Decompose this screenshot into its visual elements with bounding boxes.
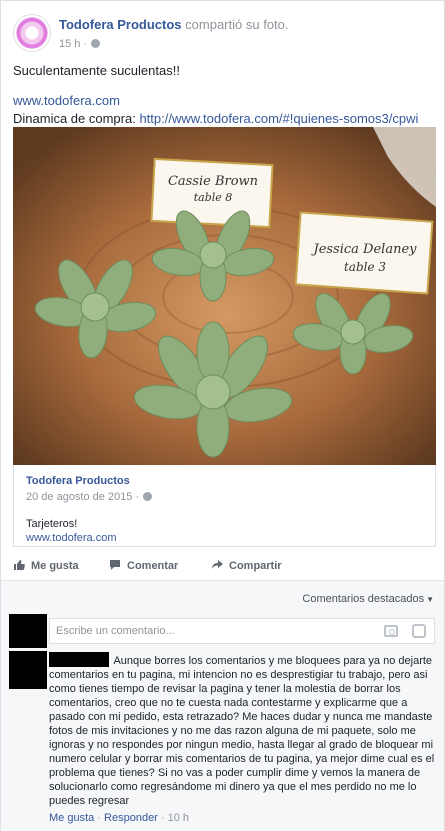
preview-link[interactable]: www.todofera.com	[26, 531, 423, 545]
link-preview[interactable]: Todofera Productos 20 de agosto de 2015 …	[13, 465, 436, 547]
card-name-1: Cassie Brown	[168, 174, 258, 189]
post-meta: 15 h ·	[59, 38, 101, 50]
viewer-avatar-redacted	[9, 614, 47, 648]
dinamica-label: Dinamica de compra:	[13, 111, 140, 126]
preview-date-text[interactable]: 20 de agosto de 2015	[26, 491, 132, 503]
card-table-1: table 8	[194, 191, 233, 204]
comment-text: Aunque borres los comentarios y me bloqu…	[49, 655, 435, 807]
comments-sort-dropdown[interactable]: Comentarios destacados ▼	[302, 593, 434, 605]
post-author-line: Todofera Productos compartió su foto.	[59, 17, 289, 32]
globe-icon	[91, 39, 101, 48]
comments-section: Comentarios destacados ▼ Escribe un comen…	[1, 581, 444, 831]
post-text: Suculentamente suculentas!! www.todofera…	[13, 62, 433, 128]
preview-source-name[interactable]: Todofera Productos	[26, 475, 423, 487]
thumbs-up-icon	[14, 560, 25, 570]
camera-icon[interactable]	[384, 625, 398, 637]
post-caption: Suculentamente suculentas!!	[13, 63, 180, 78]
share-label: Compartir	[229, 560, 282, 572]
succulents-photo: Cassie Brown table 8 Jessica Delaney tab…	[13, 127, 436, 465]
post-photo[interactable]: Cassie Brown table 8 Jessica Delaney tab…	[13, 127, 436, 465]
comment-like-link[interactable]: Me gusta	[49, 812, 94, 824]
preview-desc-text: Tarjeteros!	[26, 518, 78, 530]
comments-sort-label: Comentarios destacados	[302, 593, 425, 605]
like-button[interactable]: Me gusta	[13, 559, 79, 572]
comment-time[interactable]: 10 h	[168, 812, 189, 824]
comment-reply-link[interactable]: Responder	[104, 812, 158, 824]
commenter-name-redacted[interactable]	[49, 652, 109, 667]
website-link[interactable]: www.todofera.com	[13, 92, 433, 110]
share-arrow-icon	[212, 560, 223, 569]
dinamica-line: Dinamica de compra: http://www.todofera.…	[13, 110, 433, 128]
comment-body: Aunque borres los comentarios y me bloqu…	[49, 652, 437, 808]
sticker-icon[interactable]	[412, 624, 426, 638]
preview-date: 20 de agosto de 2015 ·	[26, 491, 423, 503]
author-action: compartió su foto.	[181, 17, 289, 32]
comment-footer: Me gusta · Responder · 10 h	[49, 812, 190, 824]
comment-button[interactable]: Comentar	[109, 559, 178, 572]
preview-description: Tarjeteros! www.todofera.com	[26, 517, 423, 545]
comment-composer[interactable]: Escribe un comentario...	[49, 618, 435, 644]
post-card: Todofera Productos compartió su foto. 15…	[0, 0, 445, 831]
place-card-cassie: Cassie Brown table 8	[150, 157, 274, 229]
like-label: Me gusta	[31, 560, 79, 572]
preview-globe-icon	[143, 492, 153, 501]
comment-input-placeholder[interactable]: Escribe un comentario...	[56, 625, 175, 637]
card-table-2: table 3	[344, 260, 386, 274]
caret-down-icon: ▼	[426, 595, 434, 604]
card-name-2: Jessica Delaney	[310, 242, 417, 257]
author-name-link[interactable]: Todofera Productos	[59, 17, 182, 32]
page-avatar[interactable]	[13, 14, 51, 52]
post-timestamp[interactable]: 15 h	[59, 38, 80, 50]
commenter-avatar-redacted[interactable]	[9, 651, 47, 689]
dinamica-link[interactable]: http://www.todofera.com/#!quienes-somos3…	[139, 111, 418, 126]
post-actions: Me gusta Comentar Compartir	[1, 553, 444, 581]
comment-label: Comentar	[127, 560, 179, 572]
place-card-jessica: Jessica Delaney table 3	[294, 211, 434, 295]
share-button[interactable]: Compartir	[211, 559, 282, 572]
comment-icon	[110, 560, 120, 570]
